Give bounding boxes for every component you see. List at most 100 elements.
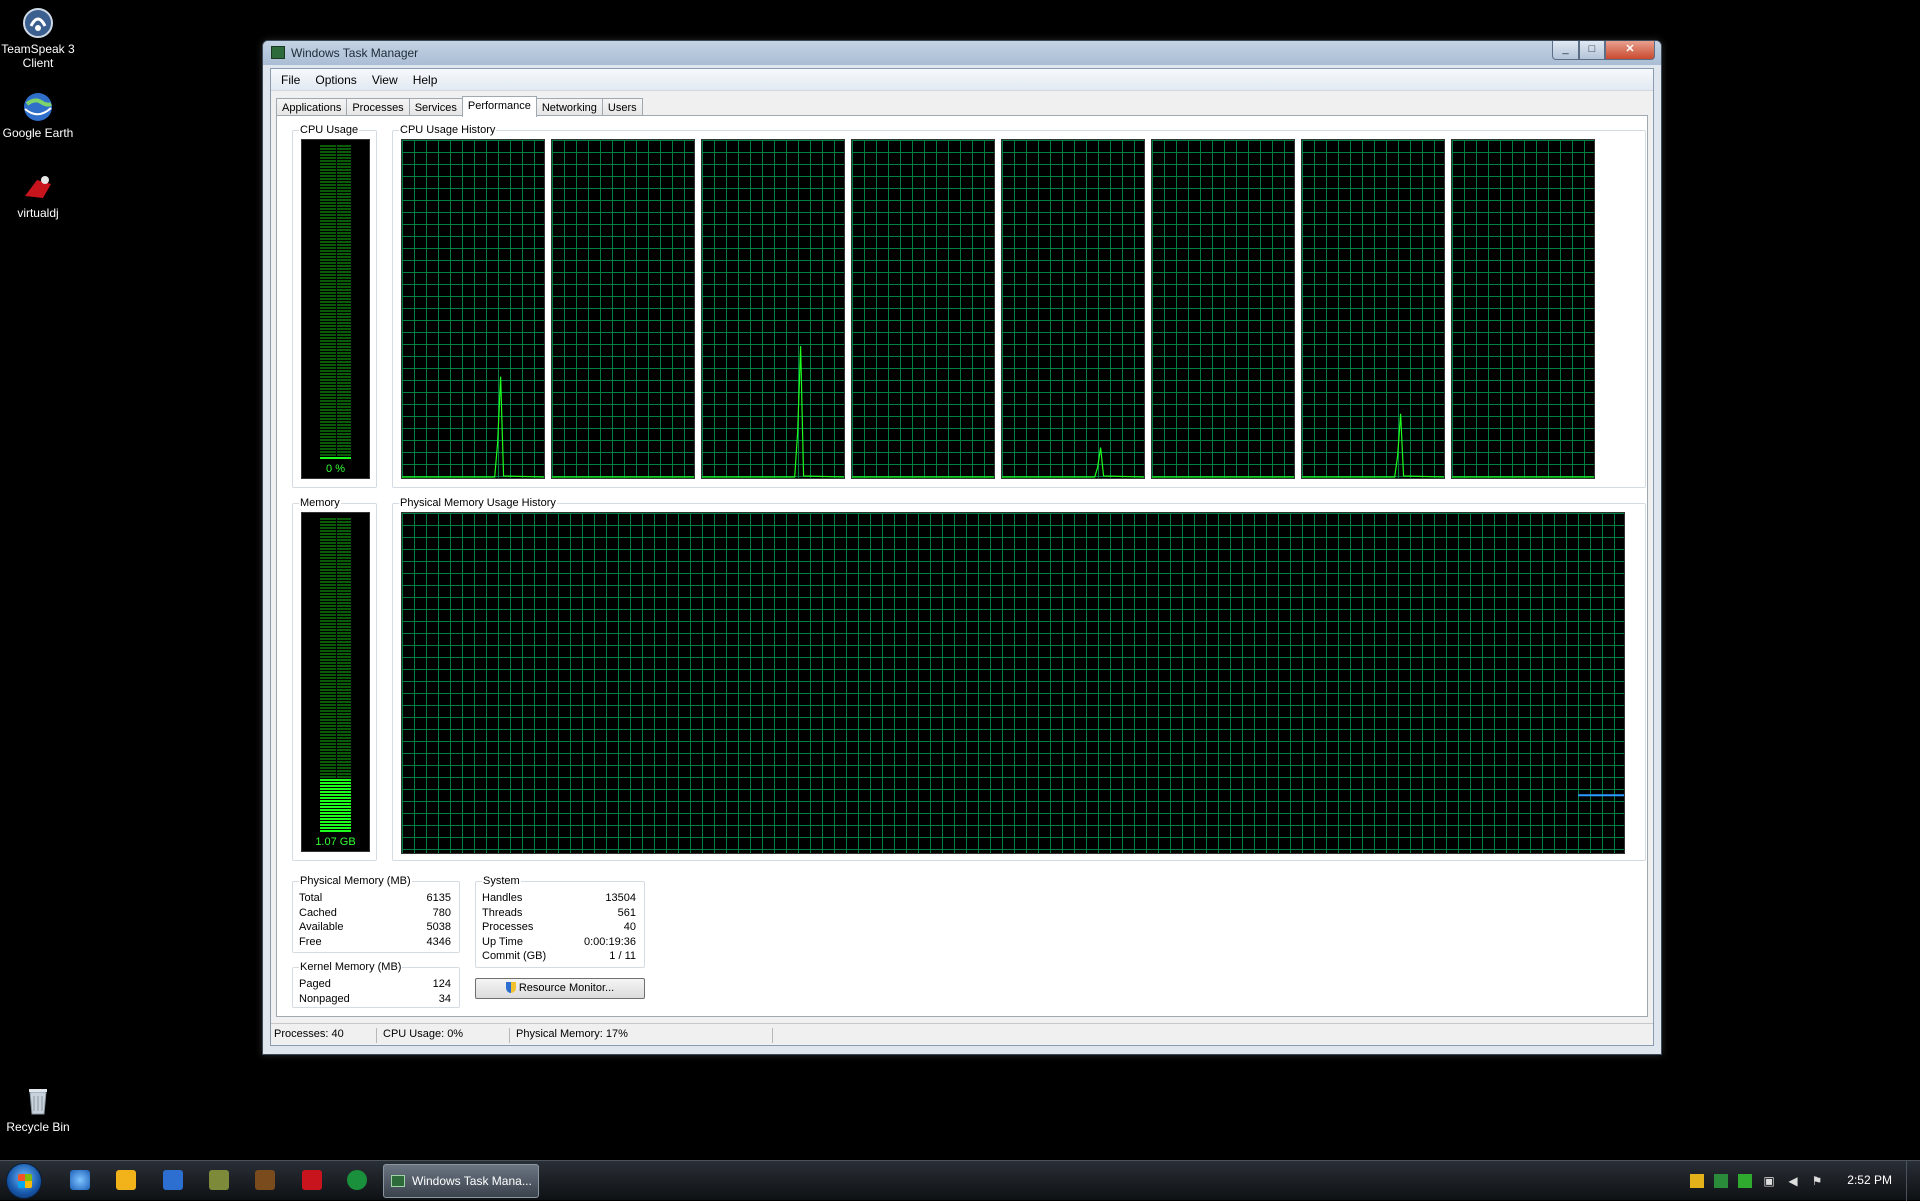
stat-row: Up Time0:00:19:36 — [482, 936, 636, 950]
stat-label: Paged — [299, 978, 331, 990]
memory-group: Memory 1.07 GB — [292, 503, 377, 861]
cpu-core-svg — [852, 140, 994, 478]
memory-value: 1.07 GB — [302, 836, 369, 848]
taskbar-task-manager[interactable]: Windows Task Mana... — [383, 1164, 539, 1198]
taskbar-clock[interactable]: 2:52 PM — [1847, 1173, 1892, 1187]
cpu-core-graph — [551, 139, 695, 479]
desktop-icon-google-earth[interactable]: Google Earth — [0, 90, 76, 140]
cpu-core-graph — [1151, 139, 1295, 479]
cpu-usage-line — [1302, 414, 1444, 477]
close-button[interactable]: ✕ — [1605, 41, 1655, 60]
recycle-bin-icon — [21, 1084, 55, 1118]
physical-memory-title: Physical Memory (MB) — [299, 875, 412, 887]
network-icon[interactable]: ▣ — [1762, 1174, 1776, 1188]
internet-explorer-icon[interactable] — [70, 1170, 90, 1190]
memory-gauge: 1.07 GB — [301, 512, 370, 852]
stat-row: Total 6135 — [299, 892, 451, 906]
virtualdj-icon — [21, 170, 55, 204]
resource-monitor-button[interactable]: Resource Monitor... — [475, 978, 645, 999]
cpu-usage-value: 0 % — [302, 463, 369, 475]
taskbar: Windows Task Mana... ▣ ◀ ⚑ 2:52 PM — [0, 1160, 1920, 1200]
windows-logo-icon — [18, 1174, 32, 1188]
stat-label: Nonpaged — [299, 993, 350, 1005]
memory-history-group: Physical Memory Usage History — [392, 503, 1646, 861]
system-group: System Handles13504 Threads561 Processes… — [475, 881, 645, 968]
kernel-memory-title: Kernel Memory (MB) — [299, 961, 402, 973]
desktop-icon-label: Google Earth — [0, 126, 76, 140]
cpu-usage-gauge: 0 % — [301, 139, 370, 479]
desktop-icon-recycle-bin[interactable]: Recycle Bin — [0, 1084, 76, 1134]
desktop-icon-label: TeamSpeak 3 Client — [0, 42, 76, 70]
app-icon[interactable] — [163, 1170, 183, 1190]
cpu-usage-line — [402, 377, 544, 477]
stat-value: 1 / 11 — [609, 950, 636, 962]
cpu-core-graph — [401, 139, 545, 479]
game-icon[interactable] — [209, 1170, 229, 1190]
stat-label: Processes — [482, 921, 533, 933]
window-title: Windows Task Manager — [291, 46, 418, 60]
tray-outlook-icon[interactable] — [1690, 1174, 1704, 1188]
stat-value: 0:00:19:36 — [584, 936, 636, 948]
show-desktop-button[interactable] — [1906, 1161, 1920, 1201]
action-center-flag-icon[interactable]: ⚑ — [1810, 1174, 1824, 1188]
kernel-memory-group: Kernel Memory (MB) Paged124 Nonpaged34 — [292, 967, 460, 1008]
tab-performance[interactable]: Performance — [462, 96, 537, 117]
cpu-gauge-track — [320, 145, 351, 460]
stat-row: Nonpaged34 — [299, 993, 451, 1007]
cpu-core-svg — [402, 140, 544, 478]
stat-row: Free4346 — [299, 936, 451, 950]
virtualdj-taskbar-icon[interactable] — [302, 1170, 322, 1190]
cpu-usage-group: CPU Usage 0 % — [292, 130, 377, 488]
title-bar[interactable]: Windows Task Manager _ □ ✕ — [263, 41, 1661, 65]
outlook-icon[interactable] — [116, 1170, 136, 1190]
cpu-history-label: CPU Usage History — [399, 124, 496, 136]
volume-icon[interactable]: ◀ — [1786, 1174, 1800, 1188]
status-cpu: CPU Usage: 0% — [380, 1028, 510, 1043]
tab-strip: Applications Processes Services Performa… — [276, 96, 642, 116]
stat-row: Threads561 — [482, 907, 636, 921]
menu-file[interactable]: File — [275, 69, 306, 91]
stat-value: 13504 — [605, 892, 636, 904]
stat-row: Cached780 — [299, 907, 451, 921]
stat-row: Available5038 — [299, 921, 451, 935]
cpu-core-graph — [1301, 139, 1445, 479]
stat-label: Total — [299, 892, 322, 904]
stat-value: 124 — [433, 978, 451, 990]
task-manager-window: Windows Task Manager _ □ ✕ File Options … — [262, 40, 1662, 1055]
stat-value: 6135 — [427, 892, 451, 904]
cpu-usage-label: CPU Usage — [299, 124, 359, 136]
physical-memory-group: Physical Memory (MB) Total6135 Cached780… — [292, 881, 460, 953]
start-button[interactable] — [6, 1163, 42, 1199]
desktop-icon-virtualdj[interactable]: virtualdj — [0, 170, 76, 220]
minimize-button[interactable]: _ — [1552, 41, 1579, 60]
window-client: File Options View Help Applications Proc… — [270, 68, 1654, 1046]
cpu-core-svg — [1302, 140, 1444, 478]
task-manager-icon — [271, 46, 285, 59]
cpu-usage-line — [702, 346, 844, 477]
menu-options[interactable]: Options — [309, 69, 362, 91]
status-memory: Physical Memory: 17% — [513, 1028, 773, 1043]
cpu-core-graph — [1451, 139, 1595, 479]
utorrent-icon[interactable] — [347, 1170, 367, 1190]
tray-app-icon[interactable] — [1714, 1174, 1728, 1188]
memory-label: Memory — [299, 497, 341, 509]
cpu-core-svg — [702, 140, 844, 478]
warcraft-icon[interactable] — [255, 1170, 275, 1190]
cpu-gauge-fill — [320, 457, 351, 460]
uac-shield-icon — [506, 982, 516, 993]
memory-history-graph — [401, 512, 1625, 854]
stat-label: Threads — [482, 907, 522, 919]
stat-row: Commit (GB)1 / 11 — [482, 950, 636, 964]
google-earth-icon — [21, 90, 55, 124]
cpu-usage-line — [1002, 448, 1144, 477]
tray-utorrent-icon[interactable] — [1738, 1174, 1752, 1188]
menu-view[interactable]: View — [366, 69, 404, 91]
desktop-icon-teamspeak[interactable]: TeamSpeak 3 Client — [0, 6, 76, 70]
menu-help[interactable]: Help — [407, 69, 444, 91]
desktop-icon-label: virtualdj — [0, 206, 76, 220]
maximize-button[interactable]: □ — [1579, 41, 1605, 60]
performance-panel: CPU Usage 0 % CPU Usage History Memory 1 — [276, 115, 1648, 1017]
stat-value: 5038 — [427, 921, 451, 933]
cpu-core-svg — [1002, 140, 1144, 478]
stat-row: Handles13504 — [482, 892, 636, 906]
